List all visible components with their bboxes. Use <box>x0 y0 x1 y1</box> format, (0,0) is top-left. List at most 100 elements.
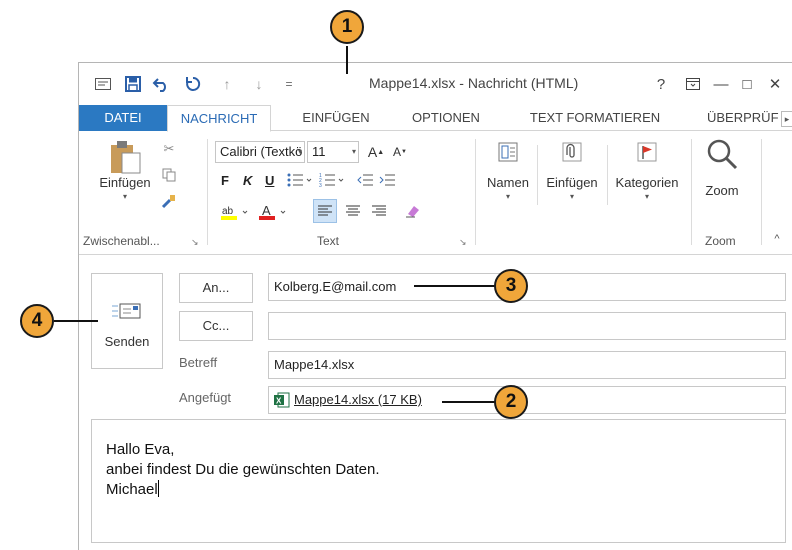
tab-file[interactable]: DATEI <box>79 105 167 131</box>
chevron-down-icon: ▾ <box>569 192 574 201</box>
ribbon: Einfügen ▾ ✂ Zwischenabl... ↘ Calibri (T… <box>79 131 792 255</box>
mail-icon <box>91 73 115 95</box>
align-right-icon[interactable] <box>367 199 391 223</box>
send-label: Senden <box>104 334 150 349</box>
callout-badge: 4 <box>20 304 54 338</box>
decrease-indent-icon[interactable] <box>355 169 375 191</box>
callout-leader <box>54 320 98 322</box>
paste-label: Einfügen <box>99 175 151 190</box>
callout-badge: 1 <box>330 10 364 44</box>
send-button[interactable]: Senden <box>91 273 163 369</box>
clipboard-group-label: Zwischenabl... <box>83 234 160 248</box>
zoom-button[interactable]: Zoom <box>695 137 749 198</box>
attachment-link[interactable]: Mappe14.xlsx (17 KB) <box>294 387 422 413</box>
tab-format-text[interactable]: TEXT FORMATIEREN <box>515 105 675 131</box>
callout-leader <box>346 46 348 74</box>
names-label: Namen <box>487 175 529 190</box>
tab-options[interactable]: OPTIONEN <box>401 105 491 131</box>
align-center-icon[interactable] <box>341 199 365 223</box>
clear-formatting-icon[interactable] <box>401 199 425 223</box>
maximize-button[interactable]: □ <box>735 73 759 95</box>
excel-file-icon: X <box>274 392 290 408</box>
increase-indent-icon[interactable] <box>377 169 397 191</box>
message-window: ↑ ↓ = Mappe14.xlsx - Nachricht (HTML) ? … <box>78 62 792 550</box>
window-title: Mappe14.xlsx - Nachricht (HTML) <box>369 75 579 91</box>
chevron-down-icon: ▾ <box>644 192 649 201</box>
font-color-icon[interactable]: A <box>257 201 291 223</box>
message-body[interactable]: Hallo Eva, anbei findest Du die gewünsch… <box>91 419 786 543</box>
redo-icon[interactable] <box>181 73 205 95</box>
tab-review[interactable]: ÜBERPRÜF <box>707 105 781 131</box>
italic-button[interactable]: K <box>243 173 252 188</box>
svg-text:A: A <box>262 203 271 218</box>
svg-text:3: 3 <box>319 183 322 187</box>
names-button[interactable]: Namen ▾ <box>481 141 535 201</box>
cut-icon[interactable]: ✂ <box>159 139 179 159</box>
zoom-label: Zoom <box>705 183 739 198</box>
include-label: Einfügen <box>546 175 598 190</box>
align-left-icon[interactable] <box>313 199 337 223</box>
close-button[interactable]: ✕ <box>763 73 787 95</box>
undo-icon[interactable] <box>149 73 173 95</box>
font-size-select[interactable]: 11 ▾ <box>307 141 359 163</box>
highlight-color-icon[interactable]: ab <box>219 201 253 223</box>
font-name-select[interactable]: Calibri (Textkö ▾ <box>215 141 305 163</box>
tab-scroll-right-icon[interactable]: ▸ <box>781 111 792 127</box>
numbering-icon[interactable]: 123 <box>317 169 347 191</box>
chevron-down-icon: ▾ <box>505 192 510 201</box>
callout-leader <box>414 285 496 287</box>
group-separator <box>207 139 208 245</box>
categorize-button[interactable]: Kategorien ▾ <box>609 141 685 201</box>
svg-text:ab: ab <box>222 206 234 217</box>
clipboard-icon <box>111 141 141 174</box>
arrow-up-icon[interactable]: ↑ <box>217 73 237 95</box>
body-line-with-caret: Michael <box>106 480 785 500</box>
save-icon[interactable] <box>121 73 145 95</box>
font-name-value: Calibri (Textkö <box>220 144 303 159</box>
body-line: anbei findest Du die gewünschten Daten. <box>106 461 380 478</box>
to-button[interactable]: An... <box>179 273 253 303</box>
address-book-icon <box>498 142 518 162</box>
clipboard-launcher-icon[interactable]: ↘ <box>191 237 199 248</box>
bullets-icon[interactable] <box>285 169 315 191</box>
paperclip-icon <box>562 142 582 162</box>
minimize-button[interactable]: — <box>709 73 733 95</box>
grow-font-icon[interactable]: A ▲ <box>367 141 385 163</box>
text-launcher-icon[interactable]: ↘ <box>459 237 467 248</box>
subject-label: Betreff <box>179 355 218 370</box>
text-cursor <box>157 480 159 497</box>
bold-button[interactable]: F <box>221 173 229 188</box>
chevron-down-icon: ▾ <box>297 147 302 156</box>
zoom-group-label: Zoom <box>705 234 736 248</box>
flag-icon <box>637 142 657 162</box>
chevron-down-icon: ▾ <box>122 192 127 201</box>
tab-message[interactable]: NACHRICHT <box>167 105 271 132</box>
format-painter-icon[interactable] <box>159 191 179 211</box>
subject-field[interactable]: Mappe14.xlsx <box>268 351 786 379</box>
font-size-value: 11 <box>312 144 326 159</box>
paste-button[interactable]: Einfügen ▾ <box>97 139 153 201</box>
cc-field[interactable] <box>268 312 786 340</box>
send-envelope-icon <box>112 303 141 319</box>
group-separator <box>761 139 762 245</box>
include-button[interactable]: Einfügen ▾ <box>539 141 605 201</box>
customize-toolbar-icon[interactable]: = <box>279 73 299 95</box>
tab-insert[interactable]: EINFÜGEN <box>291 105 381 131</box>
shrink-font-icon[interactable]: A ▼ <box>391 141 409 163</box>
copy-icon[interactable] <box>159 165 179 185</box>
group-separator <box>537 145 538 205</box>
text-group-label: Text <box>317 234 340 248</box>
underline-button[interactable]: U <box>265 173 274 188</box>
ribbon-tabs: DATEI NACHRICHT EINFÜGEN OPTIONEN TEXT F… <box>79 105 792 132</box>
callout-badge: 2 <box>494 385 528 419</box>
chevron-down-icon: ▾ <box>351 147 356 156</box>
callout-badge: 3 <box>494 269 528 303</box>
group-separator <box>607 145 608 205</box>
ribbon-display-options-icon[interactable] <box>681 73 705 95</box>
help-button[interactable]: ? <box>649 73 673 95</box>
cc-button[interactable]: Cc... <box>179 311 253 341</box>
collapse-ribbon-icon[interactable]: ^ <box>769 231 785 247</box>
arrow-down-icon[interactable]: ↓ <box>249 73 269 95</box>
group-separator <box>691 139 692 245</box>
callout-leader <box>442 401 496 403</box>
